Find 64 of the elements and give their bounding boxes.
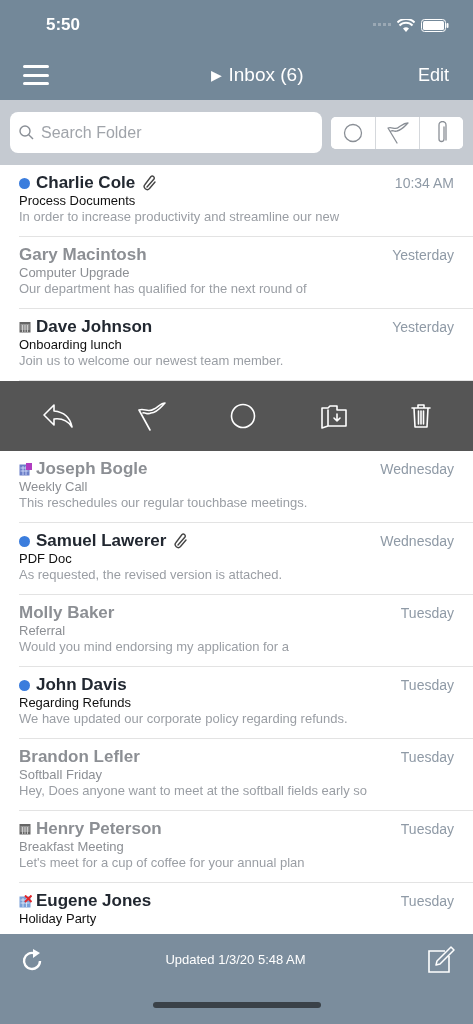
sender-name: Samuel Lawerer (36, 530, 167, 552)
message-preview: In order to increase productivity and streamline our new (19, 209, 341, 225)
message-time: Yesterday (392, 318, 454, 337)
reply-icon[interactable] (41, 403, 74, 429)
folder-title[interactable]: ▶ Inbox (6) (211, 60, 304, 90)
message-time: Tuesday (400, 748, 454, 767)
message-subject: Process Documents (19, 193, 137, 209)
wifi-icon (397, 18, 415, 32)
message-subject: Breakfast Meeting (19, 839, 125, 855)
message-preview: Join us to welcome our newest team member. (19, 353, 285, 369)
sender-name: Charlie Cole (36, 172, 136, 194)
calendar-icon (19, 823, 31, 835)
calendar-icon (19, 321, 31, 333)
message-subject: Regarding Refunds (19, 695, 133, 711)
message-time: Tuesday (400, 676, 454, 695)
message-subject: Computer Upgrade (19, 265, 131, 281)
message-preview: Let's meet for a cup of coffee for your annual plan (19, 855, 306, 871)
message-preview: Hey, Does anyone want to meet at the softball fields early so (19, 783, 369, 799)
status-time: 5:50 (46, 14, 81, 37)
message-preview: As requested, the revised version is attached. (19, 567, 284, 583)
compose-icon[interactable] (427, 946, 455, 974)
sender-name: Brandon Lefler (19, 746, 140, 768)
message-time: Yesterday (392, 246, 454, 265)
sender-name: Eugene Jones (36, 890, 152, 912)
meeting-cancelled-icon (19, 894, 32, 908)
search-icon (19, 125, 34, 140)
message-time: Tuesday (400, 892, 454, 911)
folder-icon[interactable] (319, 402, 348, 430)
message-preview: Our department has qualified for the next round of (19, 281, 308, 297)
message-time: Tuesday (400, 604, 454, 623)
search-field[interactable]: Search Folder (10, 112, 322, 153)
trash-icon[interactable] (411, 403, 432, 429)
refresh-icon[interactable] (22, 948, 44, 972)
sender-name: Henry Peterson (36, 818, 162, 840)
sender-name: Joseph Bogle (36, 458, 148, 480)
signal-icon (373, 23, 391, 27)
circle-icon (343, 122, 363, 143)
message-time: Wednesday (380, 460, 454, 479)
message-subject: Referral (19, 623, 67, 639)
message-subject: Weekly Call (19, 479, 89, 495)
sender-name: John Davis (36, 674, 127, 696)
message-preview: Would you mind endorsing my application for a (19, 639, 291, 655)
meeting-request-icon (19, 462, 32, 476)
message-subject: PDF Doc (19, 551, 73, 567)
message-subject: Onboarding lunch (19, 337, 123, 353)
message-time: 10:34 AM (394, 174, 454, 193)
flag-icon[interactable] (137, 401, 168, 431)
message-time: Wednesday (380, 532, 454, 551)
message-subject: Softball Friday (19, 767, 104, 783)
update-status: Updated 1/3/20 5:48 AM (165, 951, 306, 970)
battery-icon (421, 18, 449, 32)
menu-button[interactable] (23, 65, 49, 85)
sender-name: Molly Baker (19, 602, 115, 624)
message-time: Tuesday (400, 820, 454, 839)
flag-icon (386, 121, 409, 144)
message-preview: We have updated our corporate policy regarding refunds. (19, 711, 349, 727)
edit-button[interactable]: Edit (417, 61, 449, 89)
paperclip-icon (435, 120, 448, 145)
filter-button[interactable] (419, 116, 463, 149)
sender-name: Dave Johnson (36, 316, 153, 338)
circle-icon[interactable] (230, 403, 257, 429)
sender-name: Gary Macintosh (19, 244, 147, 266)
message-subject: Holiday Party (19, 911, 98, 927)
message-preview: This reschedules our regular touchbase meetings. (19, 495, 309, 511)
